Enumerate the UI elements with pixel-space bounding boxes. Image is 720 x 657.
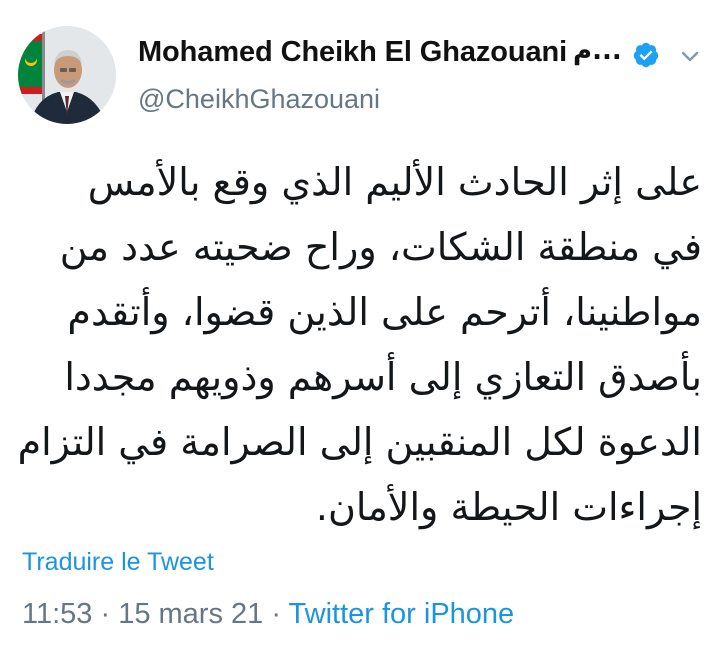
avatar-photo <box>18 26 116 124</box>
translate-tweet-link[interactable]: Traduire le Tweet <box>22 548 214 577</box>
tweet-line: في منطقة الشكات، وراح ضحيته عدد من <box>59 225 702 269</box>
tweet-line: بأصدق التعازي إلى أسرهم وذويهم مجددا <box>64 355 702 399</box>
tweet-line: مواطنينا، أترحم على الذين قضوا، وأتقدم <box>67 290 702 334</box>
author-handle[interactable]: @CheikhGhazouani <box>138 84 380 115</box>
author-name-suffix[interactable]: م... <box>573 36 622 66</box>
tweet-line: على إثر الحادث الأليم الذي وقع بالأمس <box>87 160 702 204</box>
meta-separator: · <box>263 598 289 630</box>
chevron-down-icon[interactable] <box>678 44 702 68</box>
tweet-text: على إثر الحادث الأليم الذي وقع بالأمس في… <box>17 150 702 540</box>
tweet-meta: 11:53 · 15 mars 21 · Twitter for iPhone <box>22 598 514 631</box>
tweet-line: إجراءات الحيطة والأمان. <box>315 485 702 529</box>
author-name[interactable]: Mohamed Cheikh El Ghazouani <box>138 36 567 69</box>
meta-separator: · <box>92 598 119 630</box>
tweet-line: الدعوة لكل المنقبين إلى الصرامة في التزا… <box>17 420 702 464</box>
tweet-time[interactable]: 11:53 <box>22 598 92 630</box>
tweet-date[interactable]: 15 mars 21 <box>118 598 263 630</box>
verified-badge-icon <box>633 42 659 68</box>
tweet-source-link[interactable]: Twitter for iPhone <box>289 598 515 630</box>
avatar[interactable] <box>18 26 116 124</box>
